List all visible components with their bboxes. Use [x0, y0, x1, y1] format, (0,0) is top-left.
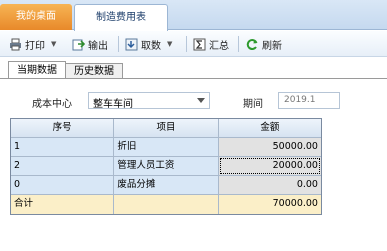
total-amount: 70000.00	[218, 195, 321, 214]
summary-button[interactable]: 汇总	[193, 35, 229, 53]
print-label: 打印	[25, 40, 45, 52]
cost-table: 序号 项目 金额 1 折旧 50000.00 2 管理人员工资 20000.00…	[10, 118, 322, 215]
fetch-data-icon	[125, 38, 138, 50]
cell-no[interactable]: 1	[11, 138, 115, 156]
cell-amount[interactable]: 20000.00	[218, 157, 321, 175]
toolbar: 打印 ▼ 输出 取数 ▼ 汇总 刷新	[0, 31, 387, 57]
cell-no[interactable]: 2	[11, 157, 115, 175]
chevron-down-icon[interactable]	[197, 98, 205, 103]
chevron-down-icon[interactable]: ▼	[167, 40, 172, 48]
data-subtabs: 当期数据 历史数据	[8, 59, 123, 79]
cell-item[interactable]: 折旧	[114, 138, 219, 156]
total-item	[114, 195, 219, 214]
table-row[interactable]: 1 折旧 50000.00	[11, 138, 321, 157]
export-icon	[72, 39, 85, 50]
tab-my-desktop[interactable]: 我的桌面	[0, 4, 72, 30]
total-label: 合计	[11, 195, 115, 214]
toolbar-divider	[238, 36, 239, 52]
refresh-button[interactable]: 刷新	[246, 35, 282, 53]
tab-current-data[interactable]: 当期数据	[8, 61, 66, 79]
table-row[interactable]: 0 废品分摊 0.00	[11, 176, 321, 195]
cell-amount[interactable]: 0.00	[218, 176, 321, 194]
cost-center-select[interactable]: 整车车间	[88, 92, 210, 110]
summary-label: 汇总	[209, 40, 229, 52]
tab-history-data[interactable]: 历史数据	[65, 63, 123, 79]
tab-overhead-cost-report[interactable]: 制造费用表	[74, 4, 168, 31]
cell-no[interactable]: 0	[11, 176, 115, 194]
window-tab-strip: 我的桌面 制造费用表	[0, 0, 387, 31]
cell-item[interactable]: 废品分摊	[114, 176, 219, 194]
column-header-no[interactable]: 序号	[11, 119, 115, 137]
cell-item[interactable]: 管理人员工资	[114, 157, 219, 175]
fetch-button[interactable]: 取数 ▼	[125, 35, 172, 53]
refresh-label: 刷新	[262, 40, 282, 52]
chevron-down-icon[interactable]: ▼	[51, 40, 56, 48]
export-label: 输出	[88, 40, 108, 52]
cell-amount[interactable]: 50000.00	[218, 138, 321, 156]
period-field[interactable]: 2019.1	[278, 92, 340, 109]
toolbar-divider	[118, 36, 119, 52]
table-total-row: 合计 70000.00	[11, 195, 321, 214]
period-label: 期间	[243, 99, 263, 110]
printer-icon	[10, 38, 21, 50]
refresh-icon	[246, 38, 258, 50]
print-button[interactable]: 打印 ▼	[9, 35, 56, 53]
toolbar-divider	[186, 36, 187, 52]
subtab-divider	[0, 78, 387, 79]
table-header-row: 序号 项目 金额	[11, 119, 321, 138]
cost-center-value: 整车车间	[93, 99, 133, 110]
fetch-label: 取数	[141, 40, 161, 52]
export-button[interactable]: 输出	[72, 35, 108, 53]
table-row[interactable]: 2 管理人员工资 20000.00	[11, 157, 321, 176]
sum-icon	[193, 38, 206, 50]
column-header-item[interactable]: 项目	[114, 119, 219, 137]
cost-center-label: 成本中心	[32, 99, 72, 110]
column-header-amount[interactable]: 金额	[218, 119, 321, 137]
